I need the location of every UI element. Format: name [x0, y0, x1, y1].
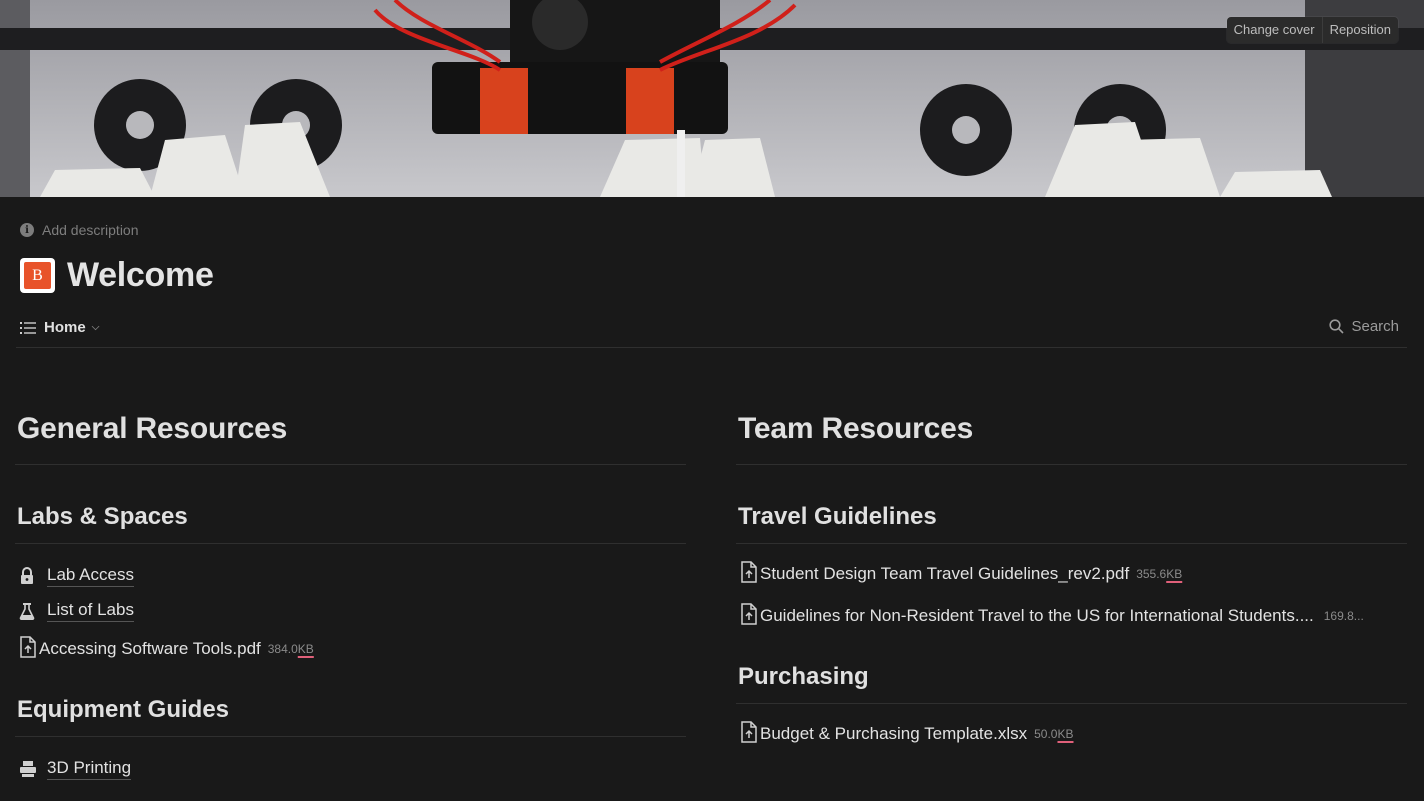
view-tab-label: Home: [44, 319, 86, 336]
file-name: Accessing Software Tools.pdf: [39, 639, 261, 658]
reposition-button[interactable]: Reposition: [1321, 17, 1398, 43]
lock-icon: [19, 566, 41, 586]
file-size-unit: KB: [1057, 727, 1074, 741]
add-description-button[interactable]: i Add description: [20, 222, 139, 238]
search-label: Search: [1351, 318, 1399, 335]
cover-controls: Change cover Reposition: [1226, 17, 1398, 43]
labs-spaces-heading: Labs & Spaces: [15, 465, 686, 544]
travel-files-list: Student Design Team Travel Guidelines_re…: [736, 544, 1407, 637]
file-name: Budget & Purchasing Template.xlsx: [760, 724, 1028, 743]
file-upload-icon: [740, 602, 758, 630]
team-resources-heading: Team Resources: [736, 400, 1407, 465]
file-size: 355.6KB: [1136, 567, 1182, 581]
search-button[interactable]: Search: [1329, 318, 1399, 335]
file-budget-template[interactable]: Budget & Purchasing Template.xlsx 50.0KB: [736, 713, 1407, 755]
general-resources-heading: General Resources: [15, 400, 686, 465]
file-size: 384.0KB: [268, 642, 314, 656]
file-name: Guidelines for Non-Resident Travel to th…: [760, 606, 1314, 625]
file-size: 50.0KB: [1034, 727, 1073, 741]
view-bar: Home ⌵ Search: [16, 312, 1407, 348]
add-description-label: Add description: [42, 222, 139, 238]
change-cover-button[interactable]: Change cover: [1227, 17, 1322, 43]
list-icon: [20, 321, 36, 334]
file-travel-guidelines[interactable]: Student Design Team Travel Guidelines_re…: [736, 553, 1407, 595]
purchasing-heading: Purchasing: [736, 637, 1407, 704]
travel-guidelines-heading: Travel Guidelines: [736, 465, 1407, 544]
cover-illustration: [0, 0, 1424, 197]
file-size-value: 355.6: [1136, 567, 1167, 581]
page-header: B Welcome: [20, 256, 214, 295]
search-icon: [1329, 319, 1345, 334]
page-icon[interactable]: B: [20, 258, 55, 293]
page-icon-logo: B: [24, 262, 51, 289]
file-name: Student Design Team Travel Guidelines_re…: [760, 564, 1130, 583]
cover-image: Change cover Reposition: [0, 0, 1424, 197]
purchasing-files-list: Budget & Purchasing Template.xlsx 50.0KB: [736, 704, 1407, 755]
file-size-value: 384.0: [267, 642, 298, 656]
file-size-value: 50.0: [1034, 727, 1058, 741]
list-of-labs-link[interactable]: List of Labs: [15, 593, 686, 628]
list-of-labs-label: List of Labs: [47, 600, 134, 622]
printer-icon: [19, 759, 41, 779]
file-upload-icon: [740, 560, 758, 588]
view-tab-home[interactable]: Home ⌵: [20, 319, 99, 336]
file-size-value: 169.8...: [1323, 609, 1364, 623]
3d-printing-label: 3D Printing: [47, 758, 132, 780]
3d-printing-link[interactable]: 3D Printing: [15, 751, 686, 786]
file-size-unit: KB: [1166, 567, 1183, 581]
labs-list: Lab Access List of Labs Accessing Softwa…: [15, 544, 686, 670]
chevron-down-icon: ⌵: [91, 322, 100, 333]
file-upload-icon: [19, 635, 37, 663]
team-resources-column: Team Resources Travel Guidelines Student…: [736, 400, 1407, 755]
equipment-list: 3D Printing: [15, 737, 686, 786]
lab-access-link[interactable]: Lab Access: [15, 558, 686, 593]
file-accessing-software-tools[interactable]: Accessing Software Tools.pdf 384.0KB: [15, 628, 686, 670]
file-upload-icon: [740, 720, 758, 748]
file-size-unit: KB: [297, 642, 314, 656]
lab-access-label: Lab Access: [47, 565, 134, 587]
general-resources-column: General Resources Labs & Spaces Lab Acce…: [15, 400, 686, 786]
info-icon: i: [20, 223, 34, 237]
file-nonresident-travel[interactable]: Guidelines for Non-Resident Travel to th…: [736, 595, 1407, 637]
page-title[interactable]: Welcome: [67, 256, 214, 295]
file-size: 169.8...: [1324, 609, 1364, 623]
flask-icon: [19, 601, 41, 621]
equipment-guides-heading: Equipment Guides: [15, 670, 686, 737]
